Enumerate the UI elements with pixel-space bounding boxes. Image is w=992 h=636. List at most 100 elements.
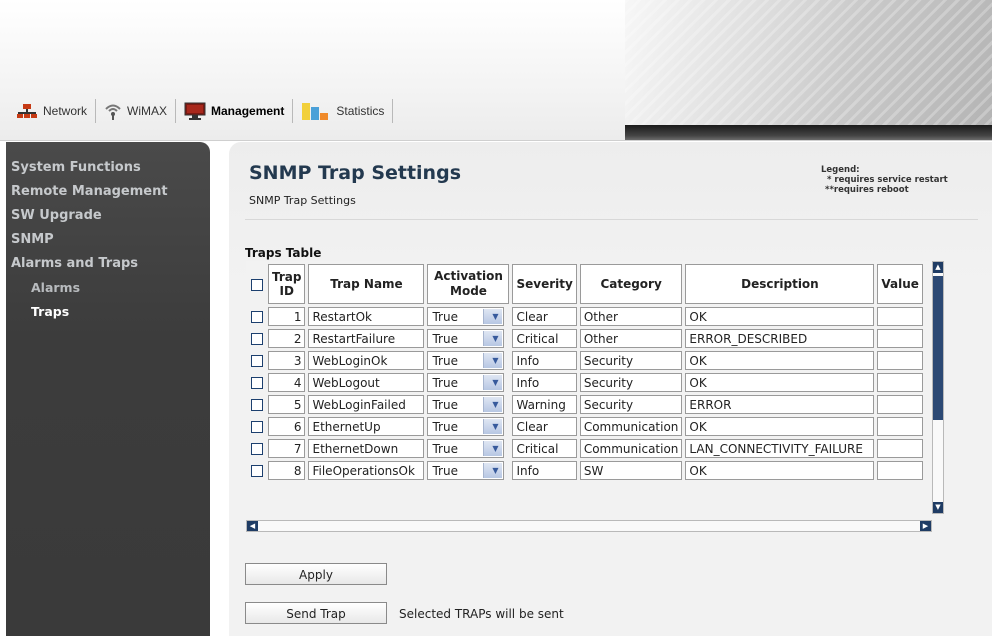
value-input[interactable] xyxy=(877,395,923,414)
bar-chart-icon xyxy=(301,101,331,121)
traps-table: Trap ID Trap Name Activation Mode Severi… xyxy=(246,261,926,483)
sidebar-item-snmp[interactable]: SNMP xyxy=(11,228,168,252)
trap-name-cell: FileOperationsOk xyxy=(308,461,425,480)
activation-mode-cell: True ▼ xyxy=(427,395,509,414)
apply-button[interactable]: Apply xyxy=(245,563,387,585)
legend-restart-text: requires service restart xyxy=(834,175,948,185)
header-severity: Severity xyxy=(512,264,577,304)
sidebar-item-system-functions[interactable]: System Functions xyxy=(11,156,168,180)
sidebar-subitem-alarms[interactable]: Alarms xyxy=(11,276,168,300)
table-row: 8 FileOperationsOk True ▼ Info SW OK xyxy=(249,461,923,480)
activation-mode-select[interactable]: True ▼ xyxy=(427,329,505,348)
trap-id-cell: 8 xyxy=(268,461,306,480)
vertical-scrollbar[interactable]: ▲ ▼ xyxy=(932,261,944,514)
select-all-cell xyxy=(249,264,265,304)
tab-management[interactable]: Management xyxy=(176,99,294,123)
table-row: 1 RestartOk True ▼ Clear Other OK xyxy=(249,307,923,326)
tab-wimax-label: WiMAX xyxy=(127,104,168,118)
row-checkbox[interactable] xyxy=(251,465,263,477)
row-checkbox[interactable] xyxy=(251,421,263,433)
table-header-row: Trap ID Trap Name Activation Mode Severi… xyxy=(249,264,923,304)
wireless-icon xyxy=(104,102,122,120)
trap-id-cell: 6 xyxy=(268,417,306,436)
header-value: Value xyxy=(877,264,923,304)
activation-mode-select[interactable]: True ▼ xyxy=(427,373,505,392)
value-input[interactable] xyxy=(877,351,923,370)
horizontal-scrollbar[interactable]: ◀ ▶ xyxy=(246,520,932,532)
severity-cell: Info xyxy=(512,351,577,370)
legend: Legend: * requires service restart **req… xyxy=(821,165,948,195)
activation-mode-select[interactable]: True ▼ xyxy=(427,395,505,414)
table-row: 2 RestartFailure True ▼ Critical Other ERROR_D… xyxy=(249,329,923,348)
chevron-down-icon[interactable]: ▼ xyxy=(483,441,503,456)
category-cell: Other xyxy=(579,329,683,348)
row-checkbox[interactable] xyxy=(251,355,263,367)
trap-id-cell: 4 xyxy=(268,373,306,392)
sidebar-item-alarms-and-traps[interactable]: Alarms and Traps xyxy=(11,252,168,276)
trap-id-cell: 2 xyxy=(268,329,306,348)
chevron-down-icon[interactable]: ▼ xyxy=(483,375,503,390)
activation-mode-cell: True ▼ xyxy=(427,417,509,436)
legend-reboot-text: requires reboot xyxy=(833,185,909,195)
send-trap-button[interactable]: Send Trap xyxy=(245,602,387,624)
activation-mode-select[interactable]: True ▼ xyxy=(427,417,505,436)
description-cell: OK xyxy=(685,373,875,392)
value-input[interactable] xyxy=(877,417,923,436)
row-checkbox[interactable] xyxy=(251,443,263,455)
chevron-down-icon[interactable]: ▼ xyxy=(483,463,503,478)
tab-statistics-label: Statistics xyxy=(336,104,385,118)
value-input[interactable] xyxy=(877,329,923,348)
chevron-down-icon[interactable]: ▼ xyxy=(483,397,503,412)
value-input[interactable] xyxy=(877,461,923,480)
row-checkbox[interactable] xyxy=(251,377,263,389)
row-checkbox[interactable] xyxy=(251,311,263,323)
scroll-down-icon[interactable]: ▼ xyxy=(933,502,943,513)
activation-mode-select[interactable]: True ▼ xyxy=(427,439,505,458)
scroll-right-icon[interactable]: ▶ xyxy=(920,521,931,531)
legend-reboot-mark: ** xyxy=(825,185,834,195)
tab-statistics[interactable]: Statistics xyxy=(293,99,394,123)
tab-network[interactable]: Network xyxy=(8,99,97,123)
top-nav-tabs: Network WiMAX Management Statistics xyxy=(8,97,394,125)
header-category: Category xyxy=(579,264,683,304)
scroll-left-icon[interactable]: ◀ xyxy=(247,521,258,531)
chevron-down-icon[interactable]: ▼ xyxy=(483,331,503,346)
sidebar-menu: System Functions Remote Management SW Up… xyxy=(11,156,168,324)
vertical-scroll-thumb[interactable] xyxy=(933,276,943,420)
select-all-checkbox[interactable] xyxy=(251,278,263,291)
severity-cell: Clear xyxy=(512,307,577,326)
row-select-cell xyxy=(249,307,265,326)
monitor-icon xyxy=(184,102,206,120)
activation-mode-value: True xyxy=(432,309,458,324)
description-cell: OK xyxy=(685,351,875,370)
chevron-down-icon[interactable]: ▼ xyxy=(483,419,503,434)
activation-mode-select[interactable]: True ▼ xyxy=(427,351,505,370)
header-band xyxy=(625,125,992,140)
value-input[interactable] xyxy=(877,373,923,392)
tab-wimax[interactable]: WiMAX xyxy=(96,99,177,123)
row-checkbox[interactable] xyxy=(251,399,263,411)
table-row: 7 EthernetDown True ▼ Critical Communication L… xyxy=(249,439,923,458)
sidebar-item-sw-upgrade[interactable]: SW Upgrade xyxy=(11,204,168,228)
chevron-down-icon[interactable]: ▼ xyxy=(483,309,503,324)
sidebar-subitem-traps[interactable]: Traps xyxy=(11,300,168,324)
severity-cell: Info xyxy=(512,461,577,480)
value-input[interactable] xyxy=(877,439,923,458)
chevron-down-icon[interactable]: ▼ xyxy=(483,353,503,368)
row-checkbox[interactable] xyxy=(251,333,263,345)
trap-id-cell: 5 xyxy=(268,395,306,414)
activation-mode-select[interactable]: True ▼ xyxy=(427,461,505,480)
header-description: Description xyxy=(685,264,875,304)
value-input[interactable] xyxy=(877,307,923,326)
sidebar-item-remote-management[interactable]: Remote Management xyxy=(11,180,168,204)
header-trap-name: Trap Name xyxy=(308,264,425,304)
trap-id-cell: 3 xyxy=(268,351,306,370)
activation-mode-select[interactable]: True ▼ xyxy=(427,307,505,326)
trap-name-cell: WebLoginFailed xyxy=(308,395,425,414)
scroll-up-icon[interactable]: ▲ xyxy=(933,262,943,273)
send-trap-note: Selected TRAPs will be sent xyxy=(399,607,564,621)
category-cell: Security xyxy=(579,351,683,370)
tab-management-label: Management xyxy=(211,104,285,118)
legend-reboot: **requires reboot xyxy=(821,185,948,195)
category-cell: Security xyxy=(579,373,683,392)
